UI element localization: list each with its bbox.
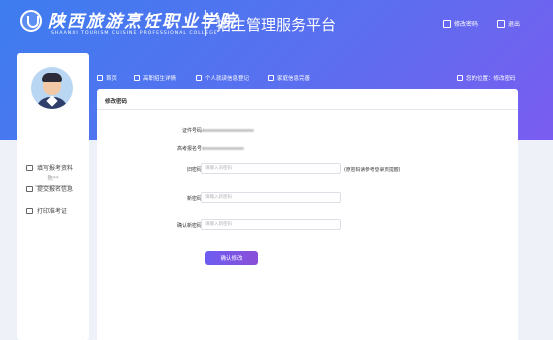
- location-icon: [457, 75, 463, 81]
- topnav-home[interactable]: 首页: [97, 74, 117, 82]
- id-number-value-masked: [202, 129, 254, 132]
- avatar-hair: [42, 73, 62, 82]
- school-name-cn: 陕西旅游烹饪职业学院: [48, 12, 238, 32]
- header-divider: [205, 10, 206, 36]
- printer-icon: [26, 207, 33, 214]
- student-name: 陈**: [47, 176, 59, 182]
- sidebar-item-label: 打印准考证: [37, 208, 68, 215]
- logout-label: 退出: [508, 21, 521, 28]
- change-password-label: 修改密码: [454, 21, 479, 28]
- topnav-family-info[interactable]: 家庭信息完善: [268, 74, 310, 82]
- topnav-admission-details[interactable]: 高职招生详情: [134, 74, 176, 82]
- breadcrumb-text: 您的位置：修改密码: [466, 76, 516, 82]
- change-password-card: 修改密码 证件号码： 高考报名号： 旧密码： (原密码请参考登录页提醒) 新密码…: [97, 89, 518, 340]
- logout-link[interactable]: 退出: [497, 19, 520, 28]
- sidebar: 陈** 填写报考资料 提交报名信息 打印准考证: [17, 53, 89, 340]
- user-icon: [196, 75, 202, 81]
- topnav-label: 首页: [106, 76, 118, 82]
- document-icon: [26, 185, 33, 192]
- change-password-link[interactable]: 修改密码: [443, 19, 478, 28]
- platform-title: 招生管理服务平台: [216, 16, 337, 34]
- old-password-label: 旧密码：: [186, 167, 207, 173]
- id-number-label: 证件号码：: [181, 128, 207, 134]
- folder-icon: [268, 75, 274, 81]
- card-title: 修改密码: [105, 99, 128, 105]
- topnav-personal-registration[interactable]: 个人就读信息登记: [196, 74, 249, 82]
- logout-icon: [497, 19, 505, 28]
- old-password-input[interactable]: [201, 163, 341, 174]
- new-password-input[interactable]: [201, 192, 341, 203]
- sidebar-item-fill-application[interactable]: 填写报考资料: [26, 163, 73, 172]
- confirm-change-button[interactable]: 确认修改: [205, 251, 258, 265]
- list-icon: [134, 75, 140, 81]
- confirm-password-label: 确认新密码：: [176, 223, 207, 229]
- confirm-password-input[interactable]: [201, 219, 341, 230]
- new-password-label: 新密码：: [186, 196, 207, 202]
- card-divider: [97, 109, 518, 110]
- sidebar-item-label: 提交报名信息: [37, 186, 74, 193]
- home-icon: [97, 75, 103, 81]
- avatar: [31, 67, 73, 109]
- topnav-label: 个人就读信息登记: [205, 76, 250, 82]
- school-name-en: SHAANXI TOURISM CUISINE PROFESSIONAL COL…: [51, 31, 218, 36]
- sidebar-item-label: 填写报考资料: [37, 165, 74, 172]
- old-password-hint: (原密码请参考登录页提醒): [344, 168, 401, 173]
- id-card-icon: [26, 164, 33, 171]
- site-header: 陕西旅游烹饪职业学院 SHAANXI TOURISM CUISINE PROFE…: [0, 0, 553, 48]
- sidebar-item-print-admission-ticket[interactable]: 打印准考证: [26, 206, 67, 215]
- exam-number-label: 高考报名号：: [176, 146, 207, 152]
- breadcrumb: 您的位置：修改密码: [457, 74, 516, 82]
- topnav-label: 高职招生详情: [143, 76, 177, 82]
- sidebar-item-submit-registration[interactable]: 提交报名信息: [26, 184, 73, 193]
- college-logo-icon: [20, 10, 42, 32]
- edit-icon: [443, 19, 451, 28]
- exam-number-value-masked: [202, 147, 244, 150]
- topnav-label: 家庭信息完善: [277, 76, 311, 82]
